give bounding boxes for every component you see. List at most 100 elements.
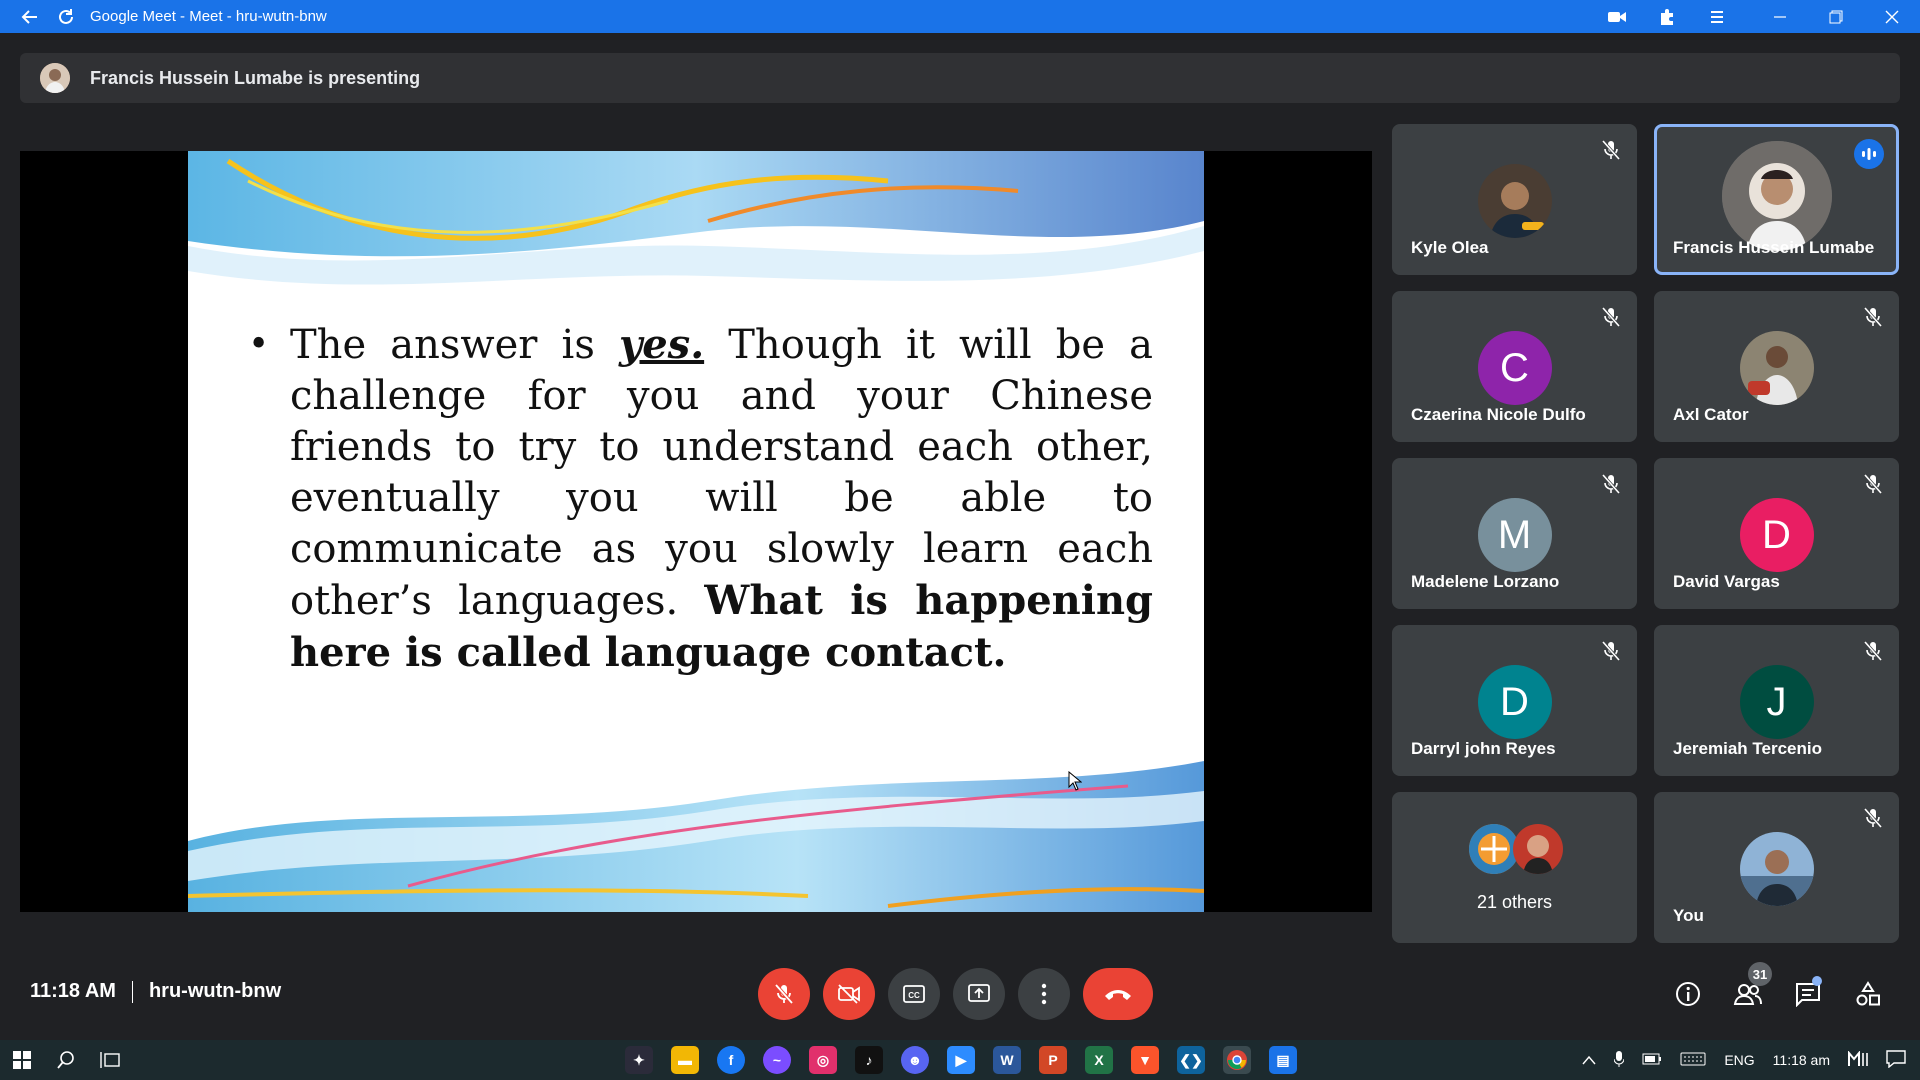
excel-icon[interactable]: X xyxy=(1085,1046,1113,1074)
vscode-icon[interactable]: ❮❯ xyxy=(1177,1046,1205,1074)
bullet: • xyxy=(248,324,270,365)
participant-avatar xyxy=(1468,824,1519,874)
participant-name: Kyle Olea xyxy=(1411,238,1489,257)
leave-call-button[interactable] xyxy=(1083,968,1153,1020)
chat-button[interactable] xyxy=(1786,972,1830,1016)
participant-avatar: D xyxy=(1477,665,1552,739)
chevron-up-icon[interactable] xyxy=(1582,1052,1596,1068)
presenting-banner[interactable]: Francis Hussein Lumabe is presenting xyxy=(20,53,1900,103)
meeting-details-button[interactable] xyxy=(1666,972,1710,1016)
participant-avatar: J xyxy=(1739,665,1814,739)
camera-off-icon xyxy=(838,984,860,1004)
participant-tile[interactable]: D David Vargas xyxy=(1654,458,1899,609)
self-tile[interactable]: You xyxy=(1654,792,1899,943)
taskbar-clock[interactable]: 11:18 am xyxy=(1773,1052,1830,1068)
window-title: Google Meet - Meet - hru-wutn-bnw xyxy=(90,8,327,25)
others-tile[interactable]: 21 others xyxy=(1392,792,1637,943)
presenter-avatar xyxy=(40,63,70,93)
participant-name: Czaerina Nicole Dulfo xyxy=(1411,405,1586,424)
participant-avatar xyxy=(1721,141,1832,251)
microphone-tray-icon[interactable] xyxy=(1613,1050,1625,1071)
meet-app-icon[interactable]: ▤ xyxy=(1269,1046,1297,1074)
mic-muted-icon xyxy=(1863,474,1883,494)
participant-avatar xyxy=(1739,331,1814,405)
task-view-button[interactable] xyxy=(88,1040,132,1080)
activities-icon xyxy=(1856,981,1880,1006)
chrome-icon[interactable] xyxy=(1223,1046,1251,1074)
mic-muted-icon xyxy=(1863,641,1883,661)
others-count-label: 21 others xyxy=(1476,892,1553,912)
camera-icon[interactable] xyxy=(1592,0,1642,33)
tiktok-icon[interactable]: ♪ xyxy=(855,1046,883,1074)
participant-avatar: C xyxy=(1477,331,1552,405)
messenger-icon[interactable]: ~ xyxy=(763,1046,791,1074)
unread-indicator xyxy=(1812,976,1822,986)
more-options-button[interactable] xyxy=(1018,968,1070,1020)
meeting-code: hru-wutn-bnw xyxy=(148,980,282,1002)
keyboard-icon[interactable] xyxy=(1680,1052,1706,1069)
mic-muted-icon xyxy=(1601,307,1621,327)
browser-titlebar: Google Meet - Meet - hru-wutn-bnw xyxy=(0,0,1920,33)
powerpoint-icon[interactable]: P xyxy=(1039,1046,1067,1074)
svg-text:CC: CC xyxy=(908,991,920,1000)
participant-avatar: D xyxy=(1739,498,1814,572)
captions-button[interactable]: CC xyxy=(888,968,940,1020)
minimize-icon[interactable] xyxy=(1752,0,1808,33)
instagram-icon[interactable]: ◎ xyxy=(809,1046,837,1074)
notification-icon[interactable] xyxy=(1886,1049,1906,1071)
reload-icon[interactable] xyxy=(48,0,84,33)
participant-avatar: M xyxy=(1477,498,1552,572)
participant-name: Darryl john Reyes xyxy=(1411,739,1556,758)
participant-name: Axl Cator xyxy=(1673,405,1749,424)
mic-muted-icon xyxy=(1863,307,1883,327)
participant-name: Francis Hussein Lumabe xyxy=(1673,238,1875,257)
present-screen-icon xyxy=(968,984,990,1002)
participant-tile-active-speaker[interactable]: Francis Hussein Lumabe xyxy=(1654,124,1899,275)
file-explorer-icon[interactable]: ▬ xyxy=(671,1046,699,1074)
participant-name: Madelene Lorzano xyxy=(1411,572,1560,591)
windows-taskbar: ✦ ▬ f ~ ◎ ♪ ☻ ▶ W P X ▼ ❮❯ ▤ ENG 11:18 a… xyxy=(0,1040,1920,1080)
menu-icon[interactable] xyxy=(1692,0,1742,33)
search-button[interactable] xyxy=(44,1040,88,1080)
participant-tile[interactable]: Axl Cator xyxy=(1654,291,1899,442)
mouse-cursor-icon xyxy=(1068,771,1082,791)
activities-button[interactable] xyxy=(1846,972,1890,1016)
participant-tile[interactable]: J Jeremiah Tercenio xyxy=(1654,625,1899,776)
participant-tile[interactable]: D Darryl john Reyes xyxy=(1392,625,1637,776)
word-icon[interactable]: W xyxy=(993,1046,1021,1074)
meet-tray-icon[interactable] xyxy=(1848,1049,1868,1070)
mic-muted-icon xyxy=(1601,641,1621,661)
extensions-icon[interactable] xyxy=(1642,0,1692,33)
search-icon xyxy=(57,1051,74,1069)
start-button[interactable] xyxy=(0,1040,44,1080)
facebook-icon[interactable]: f xyxy=(717,1046,745,1074)
system-tray: ENG 11:18 am xyxy=(1573,1040,1920,1080)
mic-muted-icon xyxy=(1863,808,1883,828)
participant-tile[interactable]: M Madelene Lorzano xyxy=(1392,458,1637,609)
presentation-slide: • The answer is yes. Though it will be a… xyxy=(188,151,1204,912)
hang-up-icon xyxy=(1105,990,1131,1000)
participant-name: David Vargas xyxy=(1673,572,1780,591)
people-button[interactable]: 31 xyxy=(1726,962,1772,1016)
speaking-indicator-icon xyxy=(1854,139,1884,169)
restore-icon[interactable] xyxy=(1808,0,1864,33)
app-icon[interactable]: ✦ xyxy=(625,1046,653,1074)
discord-icon[interactable]: ☻ xyxy=(901,1046,929,1074)
camera-toggle-button[interactable] xyxy=(823,968,875,1020)
people-count-badge: 31 xyxy=(1748,962,1772,986)
microphone-toggle-button[interactable] xyxy=(758,968,810,1020)
captions-icon: CC xyxy=(903,985,925,1003)
language-indicator[interactable]: ENG xyxy=(1724,1052,1754,1068)
participant-tile[interactable]: Kyle Olea xyxy=(1392,124,1637,275)
windows-icon xyxy=(13,1051,31,1069)
brave-icon[interactable]: ▼ xyxy=(1131,1046,1159,1074)
mic-off-icon xyxy=(774,983,794,1005)
participant-name: Jeremiah Tercenio xyxy=(1673,739,1822,758)
present-now-button[interactable] xyxy=(953,968,1005,1020)
slide-text-part: The answer is xyxy=(290,322,619,368)
back-icon[interactable] xyxy=(12,0,48,33)
zoom-icon[interactable]: ▶ xyxy=(947,1046,975,1074)
close-icon[interactable] xyxy=(1864,0,1920,33)
battery-icon[interactable] xyxy=(1642,1052,1662,1068)
participant-tile[interactable]: C Czaerina Nicole Dulfo xyxy=(1392,291,1637,442)
